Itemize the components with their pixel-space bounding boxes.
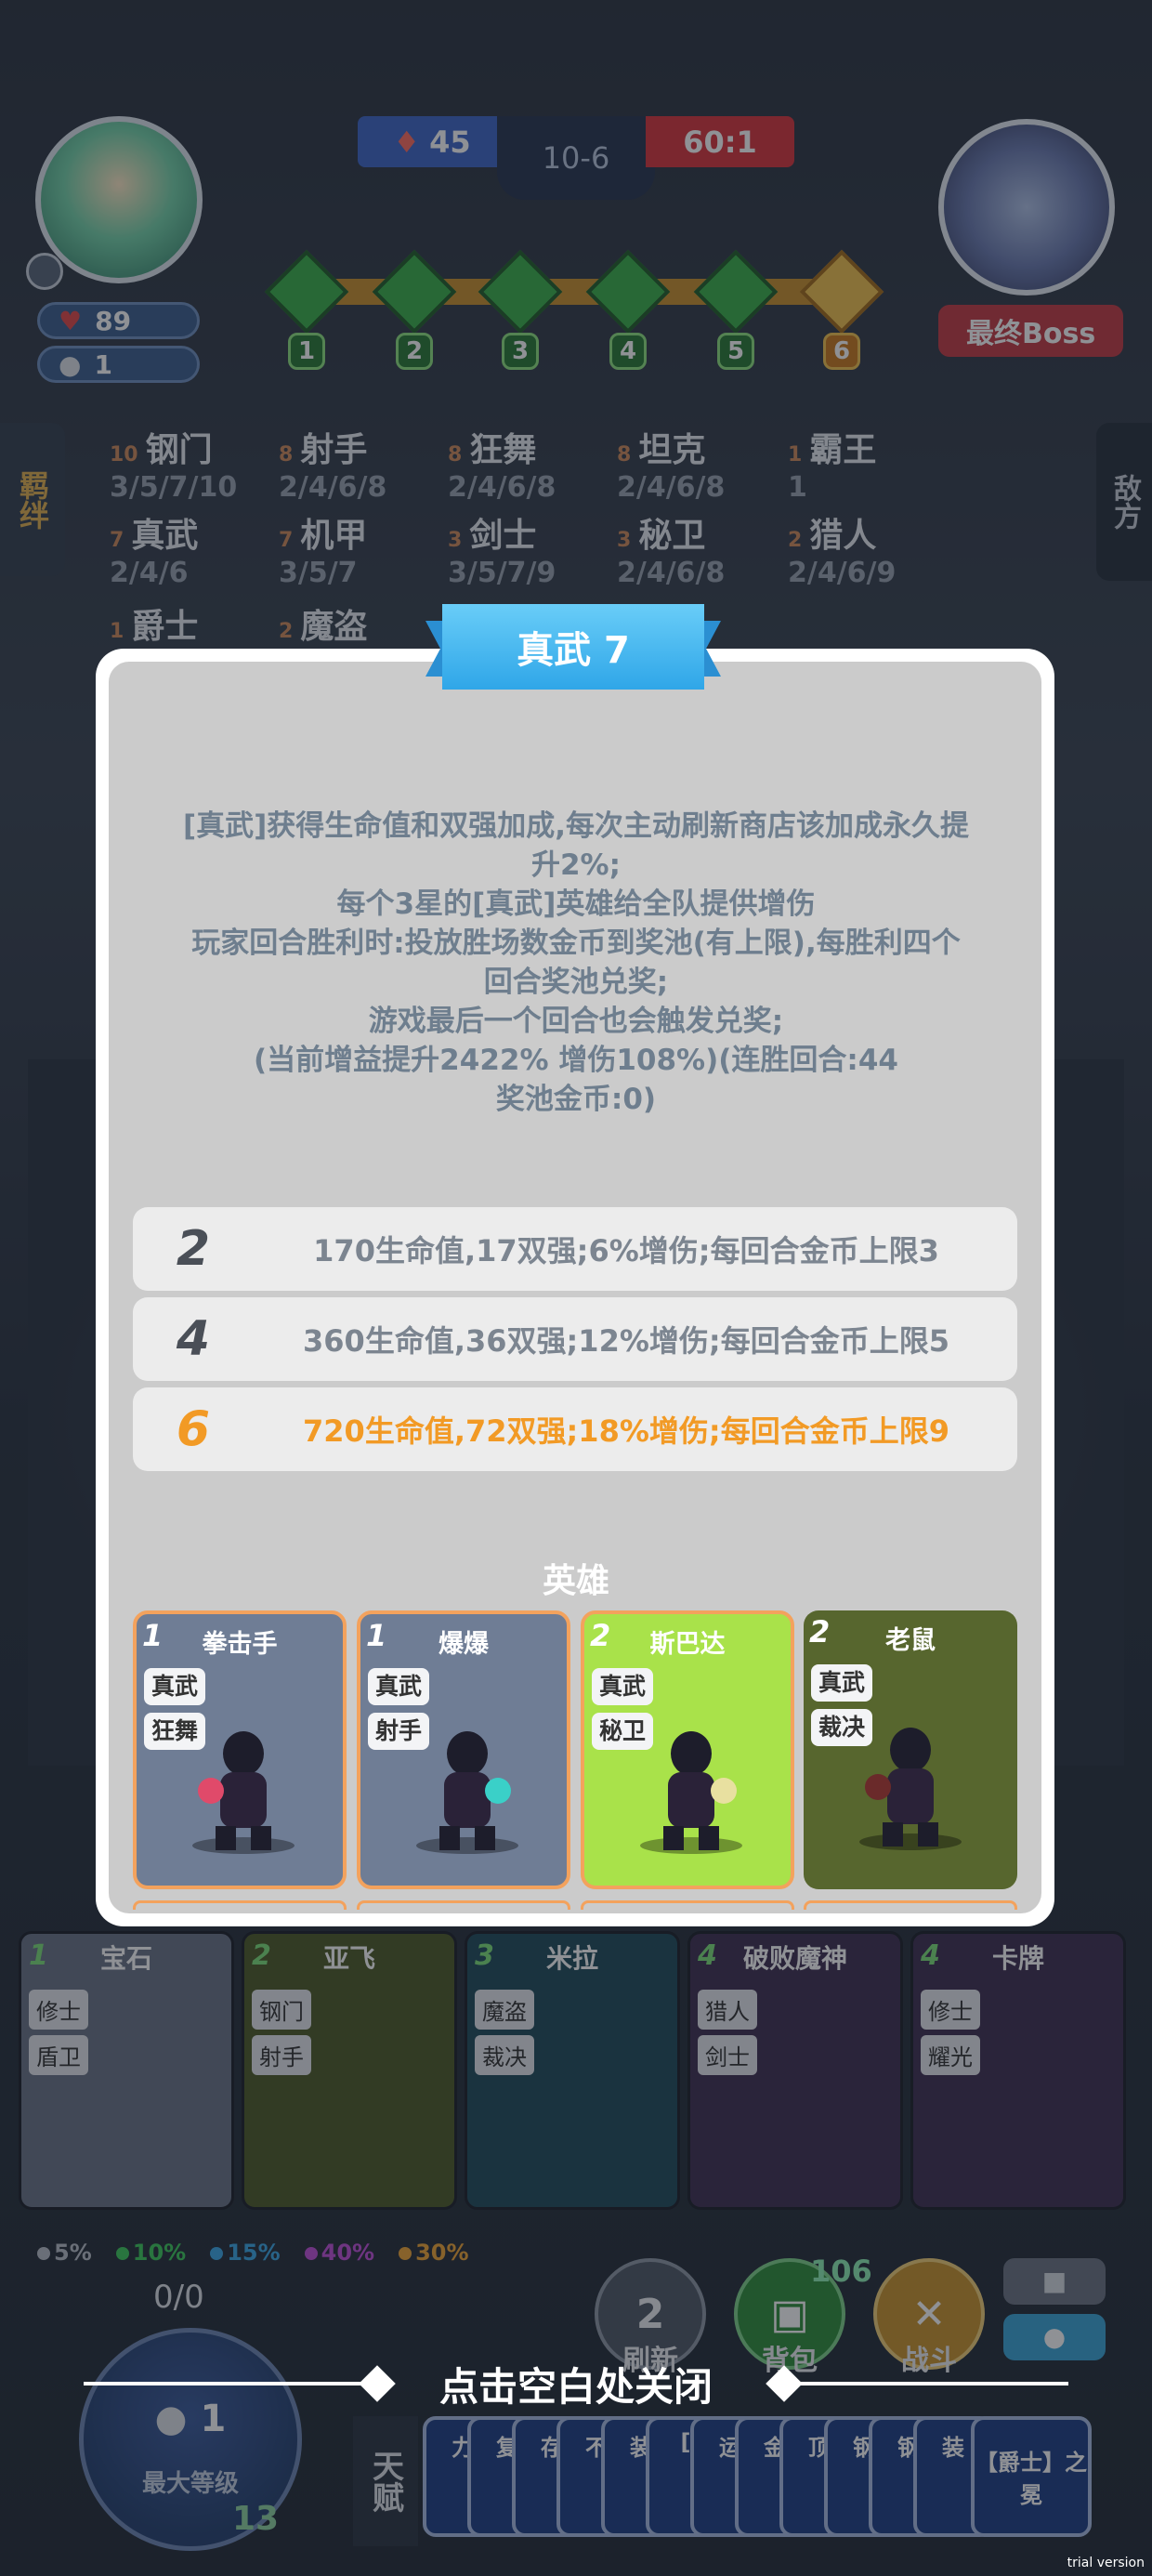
hero-sprite — [183, 1716, 304, 1856]
hero-trait-tag: 真武 — [368, 1668, 429, 1705]
close-hint[interactable]: 点击空白处关闭 — [0, 2356, 1152, 2412]
close-hint-text: 点击空白处关闭 — [439, 2364, 713, 2410]
watermark: trial version — [1067, 2556, 1145, 2570]
hero-sprite — [850, 1713, 971, 1852]
hero-name: 拳击手 — [202, 1630, 278, 1659]
tier-row-active: 6 720生命值,72双强;18%增伤;每回合金币上限9 — [133, 1387, 1017, 1471]
tier-row: 4 360生命值,36双强;12%增伤;每回合金币上限5 — [133, 1297, 1017, 1381]
hero-card[interactable]: 2 斯巴达 真武 秘卫 — [581, 1610, 794, 1889]
hero-name: 爆爆 — [439, 1630, 489, 1659]
hero-name: 老鼠 — [885, 1626, 936, 1655]
hero-sprite — [407, 1716, 528, 1856]
hero-name: 斯巴达 — [649, 1630, 726, 1659]
hero-sprite — [631, 1716, 752, 1856]
hero-trait-tag: 真武 — [592, 1668, 653, 1705]
tier-row: 2 170生命值,17双强;6%增伤;每回合金币上限3 — [133, 1207, 1017, 1291]
trait-description: [真武]获得生命值和双强加成,每次主动刷新商店该加成永久提 升2%; 每个3星的… — [182, 809, 970, 1116]
hero-card[interactable]: 1 拳击手 真武 狂舞 — [133, 1610, 347, 1889]
hero-card[interactable]: 2 老鼠 真武 裁决 — [804, 1610, 1017, 1889]
hero-row-peek — [133, 1900, 1017, 1910]
hero-card[interactable]: 1 爆爆 真武 射手 — [357, 1610, 570, 1889]
heroes-title: 英雄 — [542, 1562, 609, 1600]
hero-trait-tag: 真武 — [811, 1664, 872, 1702]
dialog-title-ribbon: 真武 7 — [425, 604, 721, 690]
hero-trait-tag: 真武 — [144, 1668, 205, 1705]
dialog-title: 真武 7 — [442, 604, 704, 690]
